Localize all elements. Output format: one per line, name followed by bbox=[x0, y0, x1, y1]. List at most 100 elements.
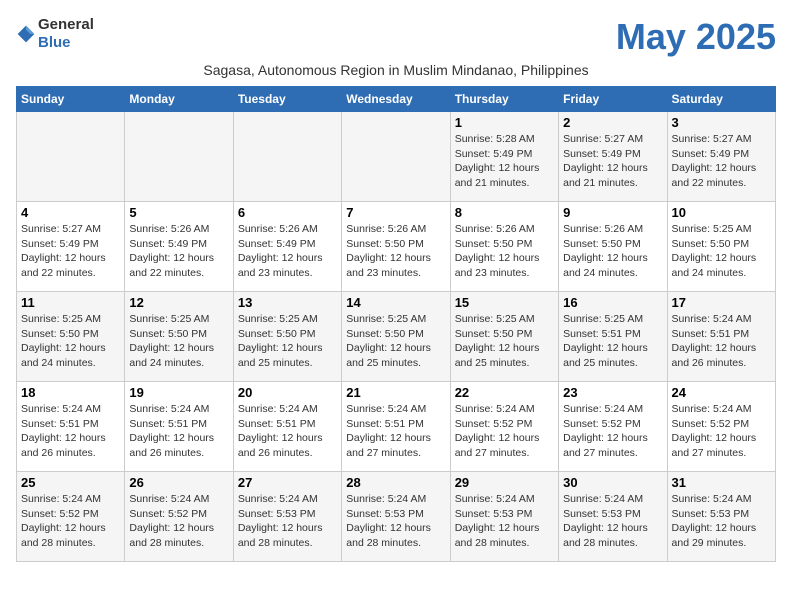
day-details: Sunrise: 5:25 AMSunset: 5:51 PMDaylight:… bbox=[563, 312, 662, 371]
day-details: Sunrise: 5:25 AMSunset: 5:50 PMDaylight:… bbox=[346, 312, 445, 371]
calendar-cell: 18Sunrise: 5:24 AMSunset: 5:51 PMDayligh… bbox=[17, 382, 125, 472]
day-details: Sunrise: 5:25 AMSunset: 5:50 PMDaylight:… bbox=[129, 312, 228, 371]
day-number: 24 bbox=[672, 385, 771, 400]
calendar-cell: 5 Sunrise: 5:26 AMSunset: 5:49 PMDaylight… bbox=[125, 202, 233, 292]
day-details: Sunrise: 5:24 AMSunset: 5:51 PMDaylight:… bbox=[238, 402, 337, 461]
day-details: Sunrise: 5:24 AMSunset: 5:53 PMDaylight:… bbox=[563, 492, 662, 551]
day-details: Sunrise: 5:24 AMSunset: 5:52 PMDaylight:… bbox=[21, 492, 120, 551]
day-details: Sunrise: 5:25 AMSunset: 5:50 PMDaylight:… bbox=[455, 312, 554, 371]
calendar-cell: 15 Sunrise: 5:25 AMSunset: 5:50 PMDayligh… bbox=[450, 292, 558, 382]
day-details: Sunrise: 5:24 AMSunset: 5:52 PMDaylight:… bbox=[563, 402, 662, 461]
calendar-cell: 6Sunrise: 5:26 AMSunset: 5:49 PMDaylight… bbox=[233, 202, 341, 292]
calendar-cell: 30 Sunrise: 5:24 AMSunset: 5:53 PMDayligh… bbox=[559, 472, 667, 562]
day-number: 8 bbox=[455, 205, 554, 220]
day-details: Sunrise: 5:24 AMSunset: 5:51 PMDaylight:… bbox=[672, 312, 771, 371]
calendar-cell: 8 Sunrise: 5:26 AMSunset: 5:50 PMDaylight… bbox=[450, 202, 558, 292]
day-number: 29 bbox=[455, 475, 554, 490]
day-details: Sunrise: 5:24 AMSunset: 5:51 PMDaylight:… bbox=[129, 402, 228, 461]
calendar-cell: 22Sunrise: 5:24 AMSunset: 5:52 PMDayligh… bbox=[450, 382, 558, 472]
calendar-cell bbox=[125, 112, 233, 202]
day-number: 20 bbox=[238, 385, 337, 400]
calendar-cell: 12 Sunrise: 5:25 AMSunset: 5:50 PMDayligh… bbox=[125, 292, 233, 382]
day-number: 11 bbox=[21, 295, 120, 310]
day-number: 26 bbox=[129, 475, 228, 490]
calendar-week-row: 4 Sunrise: 5:27 AMSunset: 5:49 PMDaylight… bbox=[17, 202, 776, 292]
month-title: May 2025 bbox=[616, 16, 776, 58]
day-number: 28 bbox=[346, 475, 445, 490]
day-details: Sunrise: 5:24 AMSunset: 5:53 PMDaylight:… bbox=[672, 492, 771, 551]
calendar-cell: 20 Sunrise: 5:24 AMSunset: 5:51 PMDayligh… bbox=[233, 382, 341, 472]
logo-blue: Blue bbox=[38, 34, 71, 51]
day-number: 14 bbox=[346, 295, 445, 310]
day-number: 9 bbox=[563, 205, 662, 220]
calendar-cell: 2Sunrise: 5:27 AMSunset: 5:49 PMDaylight… bbox=[559, 112, 667, 202]
day-number: 13 bbox=[238, 295, 337, 310]
day-details: Sunrise: 5:26 AMSunset: 5:50 PMDaylight:… bbox=[563, 222, 662, 281]
calendar-cell: 29 Sunrise: 5:24 AMSunset: 5:53 PMDayligh… bbox=[450, 472, 558, 562]
calendar-cell: 24Sunrise: 5:24 AMSunset: 5:52 PMDayligh… bbox=[667, 382, 775, 472]
day-number: 5 bbox=[129, 205, 228, 220]
day-number: 22 bbox=[455, 385, 554, 400]
day-details: Sunrise: 5:24 AMSunset: 5:53 PMDaylight:… bbox=[455, 492, 554, 551]
day-details: Sunrise: 5:25 AMSunset: 5:50 PMDaylight:… bbox=[238, 312, 337, 371]
calendar-subtitle: Sagasa, Autonomous Region in Muslim Mind… bbox=[16, 62, 776, 78]
calendar-cell bbox=[233, 112, 341, 202]
calendar-week-row: 18 Sunrise: 5:24 AMSunset: 5:51 PMDayligh… bbox=[17, 382, 776, 472]
calendar-cell: 25 Sunrise: 5:24 AMSunset: 5:52 PMDayligh… bbox=[17, 472, 125, 562]
calendar-cell: 3 Sunrise: 5:27 AMSunset: 5:49 PMDaylight… bbox=[667, 112, 775, 202]
logo: General Blue bbox=[16, 16, 94, 52]
day-number: 12 bbox=[129, 295, 228, 310]
calendar-cell: 13 Sunrise: 5:25 AMSunset: 5:50 PMDayligh… bbox=[233, 292, 341, 382]
calendar-cell bbox=[342, 112, 450, 202]
calendar-week-row: 25 Sunrise: 5:24 AMSunset: 5:52 PMDayligh… bbox=[17, 472, 776, 562]
day-of-week-header: Tuesday bbox=[233, 87, 341, 112]
day-details: Sunrise: 5:25 AMSunset: 5:50 PMDaylight:… bbox=[21, 312, 120, 371]
logo-icon bbox=[16, 24, 36, 44]
page-header: General Blue May 2025 bbox=[16, 16, 776, 58]
day-of-week-header: Wednesday bbox=[342, 87, 450, 112]
day-details: Sunrise: 5:27 AMSunset: 5:49 PMDaylight:… bbox=[21, 222, 120, 281]
day-number: 17 bbox=[672, 295, 771, 310]
calendar-cell: 31 Sunrise: 5:24 AMSunset: 5:53 PMDayligh… bbox=[667, 472, 775, 562]
calendar-table: SundayMondayTuesdayWednesdayThursdayFrid… bbox=[16, 86, 776, 562]
calendar-week-row: 1 Sunrise: 5:28 AMSunset: 5:49 PMDaylight… bbox=[17, 112, 776, 202]
calendar-cell: 27Sunrise: 5:24 AMSunset: 5:53 PMDayligh… bbox=[233, 472, 341, 562]
day-details: Sunrise: 5:25 AMSunset: 5:50 PMDaylight:… bbox=[672, 222, 771, 281]
day-details: Sunrise: 5:27 AMSunset: 5:49 PMDaylight:… bbox=[672, 132, 771, 191]
day-of-week-header: Thursday bbox=[450, 87, 558, 112]
calendar-cell: 14 Sunrise: 5:25 AMSunset: 5:50 PMDayligh… bbox=[342, 292, 450, 382]
calendar-header: SundayMondayTuesdayWednesdayThursdayFrid… bbox=[17, 87, 776, 112]
day-number: 27 bbox=[238, 475, 337, 490]
calendar-week-row: 11 Sunrise: 5:25 AMSunset: 5:50 PMDayligh… bbox=[17, 292, 776, 382]
day-number: 1 bbox=[455, 115, 554, 130]
day-number: 15 bbox=[455, 295, 554, 310]
day-number: 2 bbox=[563, 115, 662, 130]
calendar-cell: 1 Sunrise: 5:28 AMSunset: 5:49 PMDaylight… bbox=[450, 112, 558, 202]
day-details: Sunrise: 5:26 AMSunset: 5:50 PMDaylight:… bbox=[455, 222, 554, 281]
day-number: 23 bbox=[563, 385, 662, 400]
day-details: Sunrise: 5:28 AMSunset: 5:49 PMDaylight:… bbox=[455, 132, 554, 191]
calendar-cell: 23 Sunrise: 5:24 AMSunset: 5:52 PMDayligh… bbox=[559, 382, 667, 472]
calendar-cell: 9 Sunrise: 5:26 AMSunset: 5:50 PMDaylight… bbox=[559, 202, 667, 292]
calendar-cell: 10Sunrise: 5:25 AMSunset: 5:50 PMDayligh… bbox=[667, 202, 775, 292]
calendar-cell: 11 Sunrise: 5:25 AMSunset: 5:50 PMDayligh… bbox=[17, 292, 125, 382]
day-details: Sunrise: 5:26 AMSunset: 5:49 PMDaylight:… bbox=[129, 222, 228, 281]
calendar-cell: 7Sunrise: 5:26 AMSunset: 5:50 PMDaylight… bbox=[342, 202, 450, 292]
calendar-cell: 16Sunrise: 5:25 AMSunset: 5:51 PMDayligh… bbox=[559, 292, 667, 382]
calendar-cell bbox=[17, 112, 125, 202]
day-details: Sunrise: 5:24 AMSunset: 5:53 PMDaylight:… bbox=[346, 492, 445, 551]
day-details: Sunrise: 5:26 AMSunset: 5:49 PMDaylight:… bbox=[238, 222, 337, 281]
days-of-week-row: SundayMondayTuesdayWednesdayThursdayFrid… bbox=[17, 87, 776, 112]
day-details: Sunrise: 5:24 AMSunset: 5:52 PMDaylight:… bbox=[129, 492, 228, 551]
calendar-cell: 19Sunrise: 5:24 AMSunset: 5:51 PMDayligh… bbox=[125, 382, 233, 472]
day-number: 25 bbox=[21, 475, 120, 490]
day-number: 18 bbox=[21, 385, 120, 400]
calendar-body: 1 Sunrise: 5:28 AMSunset: 5:49 PMDaylight… bbox=[17, 112, 776, 562]
day-number: 30 bbox=[563, 475, 662, 490]
day-of-week-header: Friday bbox=[559, 87, 667, 112]
day-number: 31 bbox=[672, 475, 771, 490]
day-number: 4 bbox=[21, 205, 120, 220]
calendar-cell: 26 Sunrise: 5:24 AMSunset: 5:52 PMDayligh… bbox=[125, 472, 233, 562]
day-number: 3 bbox=[672, 115, 771, 130]
day-of-week-header: Saturday bbox=[667, 87, 775, 112]
